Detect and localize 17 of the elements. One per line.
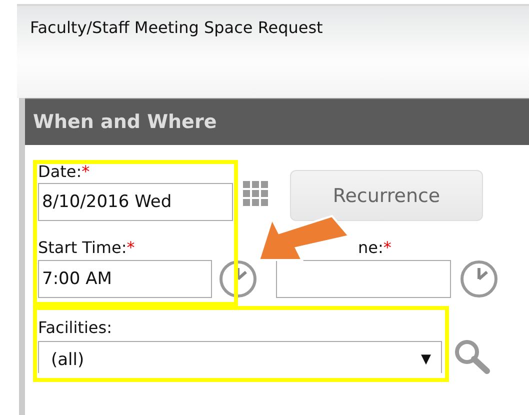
date-label: Date: (38, 163, 82, 181)
calendar-icon[interactable] (243, 181, 270, 208)
required-mark: * (82, 163, 90, 181)
end-time-field[interactable] (276, 260, 451, 298)
date-field[interactable]: 8/10/2016 Wed (38, 183, 233, 221)
facilities-dropdown[interactable]: (all) ▼ (38, 341, 442, 373)
start-time-label: Start Time: (38, 239, 127, 257)
clock-icon[interactable] (459, 259, 499, 299)
required-mark: * (383, 239, 392, 257)
recurrence-button[interactable]: Recurrence (290, 170, 483, 221)
end-time-label: ne: (358, 239, 384, 257)
page-title: Faculty/Staff Meeting Space Request (30, 18, 323, 37)
required-mark: * (126, 239, 135, 257)
panel-title: When and Where (33, 111, 217, 133)
search-icon[interactable] (453, 339, 491, 375)
start-time-field[interactable]: 7:00 AM (38, 260, 212, 298)
facilities-label: Facilities: (38, 319, 112, 337)
